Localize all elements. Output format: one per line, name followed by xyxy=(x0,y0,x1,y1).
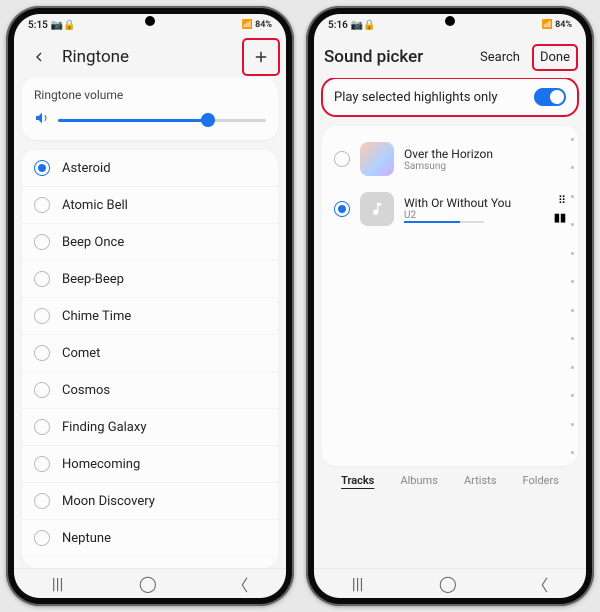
tab-folders[interactable]: Folders xyxy=(523,474,559,487)
volume-card: Ringtone volume xyxy=(22,78,278,140)
menu-icon[interactable]: ⠿ xyxy=(558,194,566,207)
add-button[interactable] xyxy=(246,42,276,72)
ringtone-label: Finding Galaxy xyxy=(62,420,146,435)
highlight-box xyxy=(244,40,278,74)
ringtone-label: Beep Once xyxy=(62,235,124,250)
radio-button[interactable] xyxy=(34,419,50,435)
ringtone-item[interactable]: Cosmos xyxy=(22,372,278,409)
camera-notch xyxy=(445,16,455,26)
radio-button[interactable] xyxy=(34,382,50,398)
system-nav: ||| ◯ 〈 xyxy=(14,568,286,598)
index-scroll[interactable] xyxy=(571,138,574,454)
page-title: Sound picker xyxy=(324,47,466,67)
volume-slider[interactable] xyxy=(58,119,266,122)
radio-button[interactable] xyxy=(334,201,350,217)
radio-button[interactable] xyxy=(34,197,50,213)
ringtone-label: Atomic Bell xyxy=(62,198,128,213)
song-meta: Over the HorizonSamsung xyxy=(404,147,566,172)
status-indicators: 📷🔒 xyxy=(351,20,376,31)
radio-button[interactable] xyxy=(334,151,350,167)
song-list: Over the HorizonSamsung With Or Without Y… xyxy=(322,126,578,466)
playback-progress[interactable] xyxy=(404,221,484,223)
ringtone-item[interactable]: Beep-Beep xyxy=(22,261,278,298)
pause-icon[interactable]: ▮▮ xyxy=(554,211,566,224)
status-time: 5:15 xyxy=(28,20,48,31)
bottom-tabs: Tracks Albums Artists Folders xyxy=(322,466,578,495)
highlights-label: Play selected highlights only xyxy=(334,90,498,105)
status-network: 📶 84% xyxy=(242,20,272,30)
ringtone-item[interactable]: Atomic Bell xyxy=(22,187,278,224)
ringtone-label: Homecoming xyxy=(62,457,140,472)
album-art xyxy=(360,192,394,226)
tab-artists[interactable]: Artists xyxy=(464,474,496,487)
page-title: Ringtone xyxy=(62,47,238,67)
ringtone-label: Beep-Beep xyxy=(62,272,124,287)
radio-button[interactable] xyxy=(34,530,50,546)
ringtone-item[interactable]: Comet xyxy=(22,335,278,372)
phone-right: 5:16 📷🔒 📶 84% Sound picker Search Done P… xyxy=(306,6,594,606)
ringtone-label: Asteroid xyxy=(62,161,111,176)
search-button[interactable]: Search xyxy=(474,46,526,69)
ringtone-item[interactable]: Neptune xyxy=(22,520,278,557)
system-nav: ||| ◯ 〈 xyxy=(314,568,586,598)
song-meta: With Or Without YouU2 xyxy=(404,196,544,223)
phone-left: 5:15 📷🔒 📶 84% Ringtone Ringtone volume xyxy=(6,6,294,606)
status-time: 5:16 xyxy=(328,20,348,31)
app-bar: Ringtone xyxy=(14,36,286,78)
camera-notch xyxy=(145,16,155,26)
back-sys-button[interactable]: 〈 xyxy=(532,572,548,596)
radio-button[interactable] xyxy=(34,160,50,176)
song-item[interactable]: With Or Without YouU2 ⠿ ▮▮ xyxy=(322,184,578,234)
radio-button[interactable] xyxy=(34,493,50,509)
recents-button[interactable]: ||| xyxy=(52,574,64,593)
music-note-icon xyxy=(369,201,385,217)
ringtone-item[interactable]: Asteroid xyxy=(22,150,278,187)
ringtone-item[interactable]: Moon Discovery xyxy=(22,483,278,520)
song-title: Over the Horizon xyxy=(404,147,566,161)
song-controls: ⠿ ▮▮ xyxy=(554,194,566,224)
ringtone-label: Moon Discovery xyxy=(62,494,155,509)
done-button[interactable]: Done xyxy=(534,46,576,69)
song-item[interactable]: Over the HorizonSamsung xyxy=(322,134,578,184)
highlights-switch[interactable] xyxy=(534,88,566,106)
tab-albums[interactable]: Albums xyxy=(400,474,437,487)
ringtone-item[interactable]: Beep Once xyxy=(22,224,278,261)
ringtone-item[interactable]: Chime Time xyxy=(22,298,278,335)
song-artist: U2 xyxy=(404,210,544,221)
ringtone-label: Neptune xyxy=(62,531,111,546)
chevron-left-icon xyxy=(31,49,47,65)
ringtone-list: Asteroid Atomic Bell Beep Once Beep-Beep Chi… xyxy=(22,150,278,568)
ringtone-item[interactable]: Homecoming xyxy=(22,446,278,483)
radio-button[interactable] xyxy=(34,345,50,361)
radio-button[interactable] xyxy=(34,234,50,250)
back-sys-button[interactable]: 〈 xyxy=(232,572,248,596)
tab-tracks[interactable]: Tracks xyxy=(341,474,374,487)
volume-label: Ringtone volume xyxy=(34,88,266,102)
radio-button[interactable] xyxy=(34,308,50,324)
status-indicators: 📷🔒 xyxy=(51,20,76,31)
app-bar: Sound picker Search Done xyxy=(314,36,586,78)
speaker-icon xyxy=(34,110,50,130)
recents-button[interactable]: ||| xyxy=(352,574,364,593)
home-button[interactable]: ◯ xyxy=(439,574,457,593)
back-button[interactable] xyxy=(24,42,54,72)
ringtone-label: Chime Time xyxy=(62,309,131,324)
highlights-toggle-card: Play selected highlights only xyxy=(322,78,578,116)
radio-button[interactable] xyxy=(34,271,50,287)
ringtone-item[interactable]: Finding Galaxy xyxy=(22,409,278,446)
status-network: 📶 84% xyxy=(542,20,572,30)
song-artist: Samsung xyxy=(404,161,566,172)
home-button[interactable]: ◯ xyxy=(139,574,157,593)
song-title: With Or Without You xyxy=(404,196,544,210)
album-art xyxy=(360,142,394,176)
ringtone-label: Cosmos xyxy=(62,383,110,398)
ringtone-label: Comet xyxy=(62,346,100,361)
radio-button[interactable] xyxy=(34,456,50,472)
